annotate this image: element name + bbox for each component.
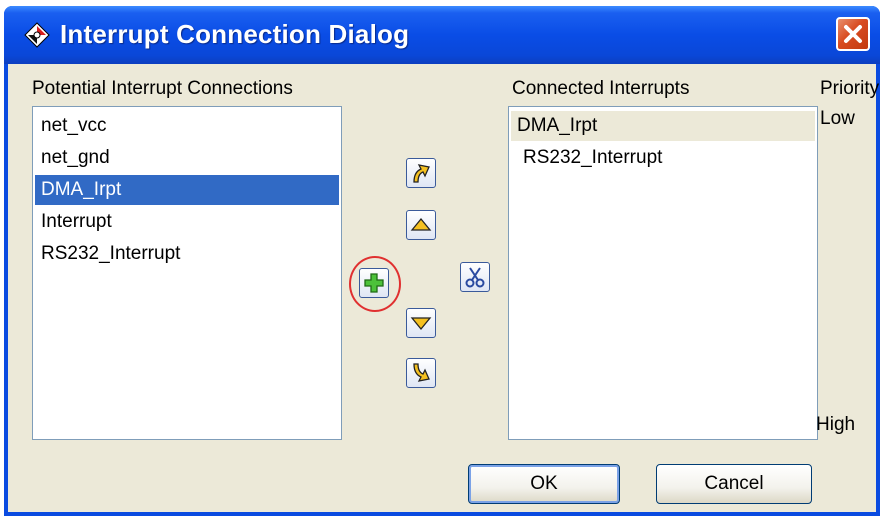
cancel-button[interactable]: Cancel xyxy=(656,464,812,504)
diamond-logo-icon xyxy=(22,20,52,50)
priority-low-label: Low xyxy=(820,108,855,129)
move-to-bottom-button[interactable] xyxy=(406,358,436,388)
potential-list[interactable]: net_vcc net_gnd DMA_Irpt Interrupt RS232… xyxy=(32,106,342,440)
list-item[interactable]: net_gnd xyxy=(35,143,339,173)
list-item[interactable]: net_vcc xyxy=(35,111,339,141)
remove-connection-button[interactable] xyxy=(460,262,490,292)
move-to-bottom-icon xyxy=(413,363,430,382)
move-to-top-button[interactable] xyxy=(406,158,436,188)
add-button-highlight xyxy=(349,256,401,312)
dialog-window: Interrupt Connection Dialog Potential In… xyxy=(4,6,880,516)
priority-high-label: High xyxy=(816,414,856,435)
scissors-icon xyxy=(465,267,485,288)
connected-label: Connected Interrupts xyxy=(512,78,690,99)
title-bar[interactable]: Interrupt Connection Dialog xyxy=(4,6,880,64)
list-item[interactable]: RS232_Interrupt xyxy=(511,143,815,173)
list-item-selected[interactable]: DMA_Irpt xyxy=(35,175,339,205)
move-down-icon xyxy=(410,317,432,331)
move-up-icon xyxy=(410,217,432,231)
move-up-button[interactable] xyxy=(406,210,436,240)
window-title: Interrupt Connection Dialog xyxy=(60,19,410,49)
potential-label: Potential Interrupt Connections xyxy=(32,78,293,99)
close-icon xyxy=(844,25,862,43)
priority-label: Priority xyxy=(820,78,880,99)
list-item[interactable]: RS232_Interrupt xyxy=(35,239,339,269)
move-to-top-icon xyxy=(413,164,430,183)
move-down-button[interactable] xyxy=(406,308,436,338)
close-button[interactable] xyxy=(836,17,870,51)
dialog-body: Potential Interrupt Connections net_vcc … xyxy=(8,64,880,512)
ok-button[interactable]: OK xyxy=(468,464,620,504)
list-item[interactable]: DMA_Irpt xyxy=(511,111,815,141)
list-item[interactable]: Interrupt xyxy=(35,207,339,237)
connected-list[interactable]: DMA_Irpt RS232_Interrupt xyxy=(508,106,818,440)
